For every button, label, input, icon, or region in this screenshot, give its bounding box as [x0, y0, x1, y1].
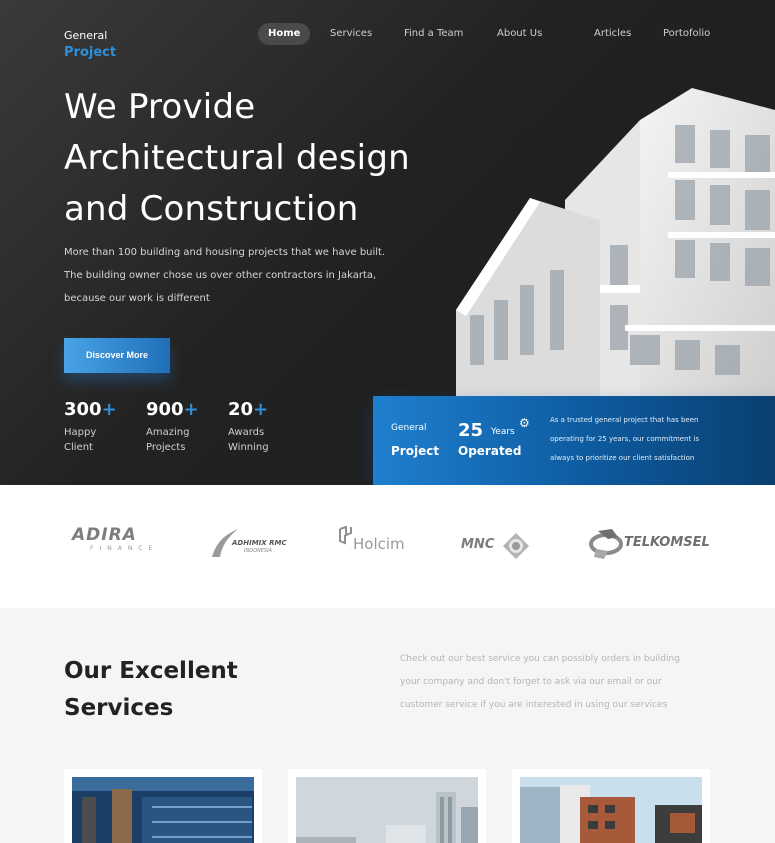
stat-number: 20+ [228, 399, 269, 420]
stat-happy-client: 300+ Happy Client [64, 398, 117, 455]
mnc-diamond-icon [503, 533, 529, 559]
years-label: Years [491, 427, 515, 437]
service-image-industrial [72, 777, 254, 843]
card-description-line-1: As a trusted general project that has be… [550, 416, 699, 424]
services-section: Our Excellent Services Check out our bes… [0, 608, 775, 843]
services-title-line-2: Services [64, 695, 174, 721]
operated-label: Operated [458, 444, 522, 458]
logo-text-project: Project [64, 45, 117, 60]
card-description: As a trusted general project that has be… [550, 411, 730, 468]
card-general-label: General [391, 423, 427, 433]
hero-section: General Project Home Services Find a Tea… [0, 0, 775, 485]
services-description-line-3: customer service if you are interested i… [400, 700, 668, 710]
stat-label: Happy Client [64, 427, 97, 453]
building-image [456, 88, 775, 400]
nav-about-us[interactable]: About Us [497, 23, 542, 45]
services-description-line-1: Check out our best service you can possi… [400, 654, 680, 664]
card-description-line-2: operating for 25 years, our commitment i… [550, 435, 700, 443]
stat-number: 300+ [64, 399, 117, 420]
services-title: Our Excellent Services [64, 653, 238, 727]
services-description: Check out our best service you can possi… [400, 648, 720, 717]
headline-line-3: and Construction [64, 189, 359, 229]
hero-description-line-3: because our work is different [64, 293, 210, 304]
headline-line-2: Architectural design [64, 138, 410, 178]
nav-home[interactable]: Home [258, 23, 311, 45]
card-project-label: Project [391, 444, 440, 458]
hero-description-line-2: The building owner chose us over other c… [64, 270, 377, 281]
service-image-apartment [520, 777, 702, 843]
discover-more-button[interactable]: Discover More [64, 338, 170, 373]
adira-logo: ADIRA FINANCE [72, 525, 159, 552]
service-card[interactable] [64, 769, 262, 843]
hero-description-line-1: More than 100 building and housing proje… [64, 247, 386, 258]
hero-headline: We Provide Architectural design and Cons… [64, 82, 464, 235]
gear-icon: ⚙ [519, 416, 530, 430]
hero-description: More than 100 building and housing proje… [64, 241, 394, 310]
headline-line-1: We Provide [64, 87, 256, 127]
nav-services[interactable]: Services [330, 23, 372, 45]
services-description-line-2: your company and don't forget to ask via… [400, 677, 662, 687]
card-description-line-3: always to prioritize our client satisfac… [550, 454, 695, 462]
nav-portofolio[interactable]: Portofolio [663, 23, 710, 45]
nav-articles[interactable]: Articles [594, 23, 631, 45]
stat-awards-winning: 20+ Awards Winning [228, 398, 269, 455]
stat-amazing-projects: 900+ Amazing Projects [146, 398, 199, 455]
service-card[interactable] [288, 769, 486, 843]
stat-label: Amazing Projects [146, 427, 190, 453]
experience-card: General Project 25 Years Operated ⚙ As a… [373, 396, 775, 485]
service-card[interactable] [512, 769, 710, 843]
service-image-city [296, 777, 478, 843]
partners-section: ADIRA FINANCE ADHIMIX RMC INDONESIA Holc… [0, 485, 775, 608]
stat-label: Awards Winning [228, 427, 269, 453]
nav-find-a-team[interactable]: Find a Team [404, 23, 463, 45]
years-number: 25 [458, 420, 484, 441]
main-nav: Home Services Find a Team About Us Artic… [0, 23, 775, 45]
services-title-line-1: Our Excellent [64, 658, 238, 684]
telkomsel-ring-icon [589, 529, 623, 559]
stat-number: 900+ [146, 399, 199, 420]
